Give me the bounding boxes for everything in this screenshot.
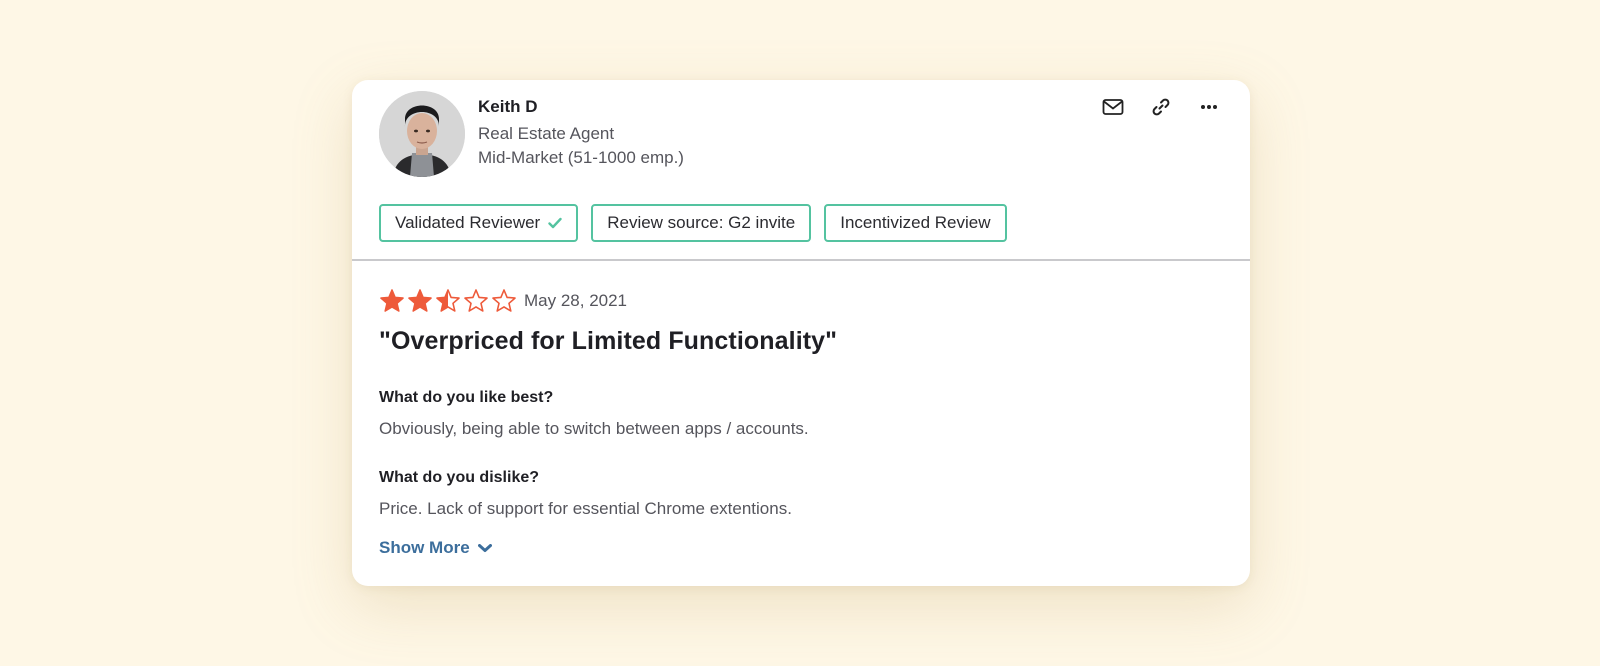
answer-like-best: Obviously, being able to switch between … [379,419,809,438]
avatar[interactable] [379,91,465,177]
section-divider [352,259,1250,261]
star-rating [379,288,517,314]
badge-label: Validated Reviewer [395,213,541,232]
badge-validated-reviewer[interactable]: Validated Reviewer [379,204,579,242]
link-icon [1152,98,1170,116]
review-badges: Validated Reviewer Review source: G2 inv… [379,204,1007,242]
badge-label: Incentivized Review [840,213,991,232]
star-empty-icon [464,289,488,312]
review-date: May 28, 2021 [524,291,628,310]
copy-link-button[interactable] [1142,88,1180,126]
star-half-icon [436,289,460,312]
answer-dislike: Price. Lack of support for essential Chr… [379,499,792,518]
reviewer-segment: Mid-Market (51-1000 emp.) [478,148,684,167]
envelope-icon [1102,99,1124,115]
check-icon [548,217,562,229]
more-options-button[interactable] [1190,88,1228,126]
show-more-label: Show More [379,538,470,557]
question-like-best: What do you like best? [379,389,554,406]
star-full-icon [408,289,432,312]
reviewer-title: Real Estate Agent [478,124,615,143]
star-empty-icon [492,289,516,312]
review-card: Keith D Real Estate Agent Mid-Market (51… [352,80,1250,586]
review-actions [1094,88,1228,126]
chevron-down-icon [477,543,492,552]
reviewer-name[interactable]: Keith D [478,97,538,117]
badge-incentivized-review[interactable]: Incentivized Review [824,204,1007,242]
rating-row: May 28, 2021 [379,288,627,314]
badge-review-source[interactable]: Review source: G2 invite [591,204,812,242]
email-button[interactable] [1094,88,1132,126]
star-full-icon [380,289,404,312]
more-horizontal-icon [1201,105,1217,109]
badge-label: Review source: G2 invite [607,213,796,232]
show-more-button[interactable]: Show More [379,538,492,558]
question-dislike: What do you dislike? [379,469,540,486]
review-title[interactable]: "Overpriced for Limited Functionality" [379,327,837,356]
